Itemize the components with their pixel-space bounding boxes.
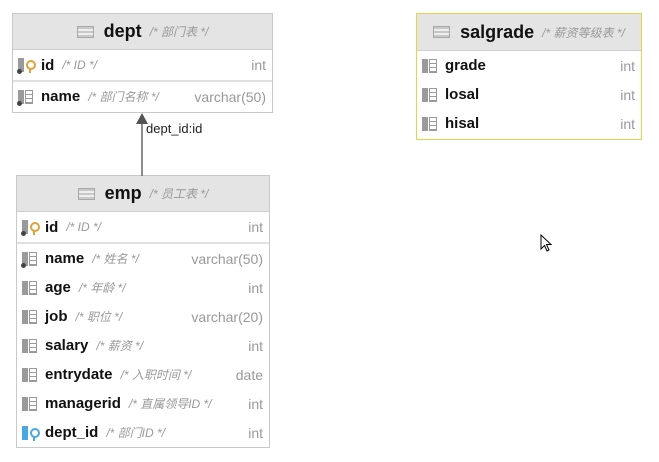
column-comment: /* 入职时间 */ — [120, 368, 192, 382]
column-type: int — [251, 57, 266, 73]
table-name: salgrade — [460, 21, 535, 42]
column-type: varchar(50) — [191, 250, 263, 267]
column-comment: /* 年龄 */ — [78, 281, 126, 295]
table-icon — [77, 187, 95, 200]
column-comment: /* 姓名 */ — [92, 252, 139, 266]
relation-label: dept_id:id — [146, 121, 203, 136]
column-type: varchar(50) — [194, 88, 266, 105]
column-icon — [17, 89, 35, 106]
column-row[interactable]: age /* 年龄 */ int — [17, 273, 269, 302]
column-row[interactable]: grade int — [417, 51, 641, 80]
column-row[interactable]: losal int — [417, 80, 641, 109]
column-type: int — [248, 279, 263, 296]
column-type: date — [235, 366, 263, 383]
foreign-key-icon — [22, 425, 40, 441]
column-row[interactable]: dept_id /* 部门ID */ int — [17, 418, 269, 447]
table-emp[interactable]: emp /* 员工表 */ id /* ID */ int name /* 姓名… — [16, 175, 270, 448]
table-dept[interactable]: dept /* 部门表 */ id /* ID */ int name /* 部… — [12, 13, 273, 113]
table-comment: /* 员工表 */ — [149, 187, 209, 201]
column-name: entrydate — [45, 366, 113, 383]
column-name: id — [41, 56, 55, 74]
mouse-cursor-icon — [540, 234, 553, 252]
table-icon — [76, 25, 94, 38]
column-type: int — [620, 57, 635, 74]
table-comment: /* 薪资等级表 */ — [542, 25, 625, 40]
column-icon — [422, 116, 439, 132]
column-comment: /* 部门ID */ — [106, 426, 166, 440]
column-icon — [422, 87, 439, 103]
column-row[interactable]: name /* 部门名称 */ varchar(50) — [13, 82, 272, 111]
table-header[interactable]: dept /* 部门表 */ — [13, 14, 272, 50]
column-icon — [22, 338, 39, 354]
column-comment: /* 职位 */ — [75, 310, 123, 324]
table-header[interactable]: salgrade /* 薪资等级表 */ — [417, 14, 641, 51]
column-name: id — [45, 218, 59, 236]
column-row[interactable]: id /* ID */ int — [17, 212, 269, 244]
table-salgrade[interactable]: salgrade /* 薪资等级表 */ grade int losal int… — [416, 13, 642, 140]
column-type: int — [248, 395, 263, 412]
column-row[interactable]: managerid /* 直属领导ID */ int — [17, 389, 269, 418]
column-type: int — [620, 86, 635, 103]
column-name: name — [45, 250, 85, 267]
column-row[interactable]: entrydate /* 入职时间 */ date — [17, 360, 269, 389]
primary-key-icon — [21, 219, 40, 236]
column-name: hisal — [445, 115, 480, 132]
column-row[interactable]: salary /* 薪资 */ int — [17, 331, 269, 360]
column-name: losal — [445, 86, 480, 103]
column-comment: /* 部门名称 */ — [88, 90, 159, 104]
column-name: salary — [45, 337, 89, 354]
relation-arrow[interactable] — [130, 110, 154, 176]
column-type: varchar(20) — [191, 308, 263, 325]
column-row[interactable]: name /* 姓名 */ varchar(50) — [17, 244, 269, 273]
column-type: int — [248, 219, 263, 235]
column-name: name — [41, 88, 81, 105]
column-icon — [422, 58, 439, 74]
column-type: int — [620, 115, 635, 132]
primary-key-icon — [17, 57, 36, 74]
column-type: int — [248, 424, 263, 441]
column-comment: /* 直属领导ID */ — [128, 397, 212, 411]
column-type: int — [248, 337, 263, 354]
column-row[interactable]: id /* ID */ int — [13, 50, 272, 82]
table-icon — [433, 26, 451, 38]
column-comment: /* 薪资 */ — [96, 339, 144, 353]
column-name: dept_id — [45, 424, 99, 441]
column-name: managerid — [45, 395, 121, 412]
column-comment: /* ID */ — [66, 220, 102, 234]
column-icon — [22, 309, 39, 325]
column-icon — [22, 396, 39, 412]
table-name: dept — [103, 21, 142, 41]
column-name: job — [45, 308, 68, 325]
column-row[interactable]: job /* 职位 */ varchar(20) — [17, 302, 269, 331]
column-icon — [21, 251, 39, 268]
table-name: emp — [104, 183, 142, 203]
column-name: grade — [445, 57, 486, 74]
column-comment: /* ID */ — [62, 58, 98, 72]
column-name: age — [45, 279, 71, 296]
table-comment: /* 部门表 */ — [149, 25, 209, 39]
column-icon — [22, 367, 39, 383]
table-header[interactable]: emp /* 员工表 */ — [17, 176, 269, 212]
column-icon — [22, 280, 39, 296]
column-row[interactable]: hisal int — [417, 109, 641, 138]
